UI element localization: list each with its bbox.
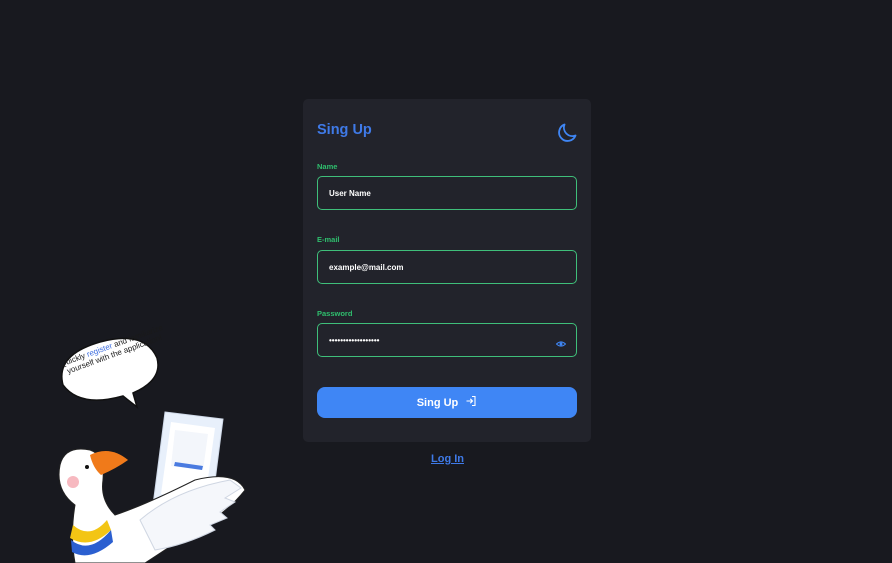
- password-field-box: [317, 323, 577, 357]
- signup-button-label: Sing Up: [416, 396, 459, 409]
- moon-icon[interactable]: [555, 121, 579, 145]
- email-input[interactable]: [318, 251, 576, 283]
- eye-icon[interactable]: [555, 336, 567, 347]
- email-label: E-mail: [317, 235, 340, 244]
- name-input[interactable]: [318, 177, 576, 209]
- email-field-box: [317, 250, 577, 284]
- signup-page: Sing Up Name E-mail Password Sing: [0, 0, 892, 563]
- password-label: Password: [317, 309, 353, 318]
- signup-card: Sing Up Name E-mail Password Sing: [303, 99, 591, 442]
- signup-button[interactable]: Sing Up: [317, 387, 577, 418]
- login-arrow-icon: [465, 395, 477, 410]
- page-title: Sing Up: [317, 122, 372, 138]
- login-link[interactable]: Log In: [431, 453, 464, 465]
- password-input[interactable]: [318, 324, 576, 356]
- name-field-box: [317, 176, 577, 210]
- name-label: Name: [317, 162, 338, 171]
